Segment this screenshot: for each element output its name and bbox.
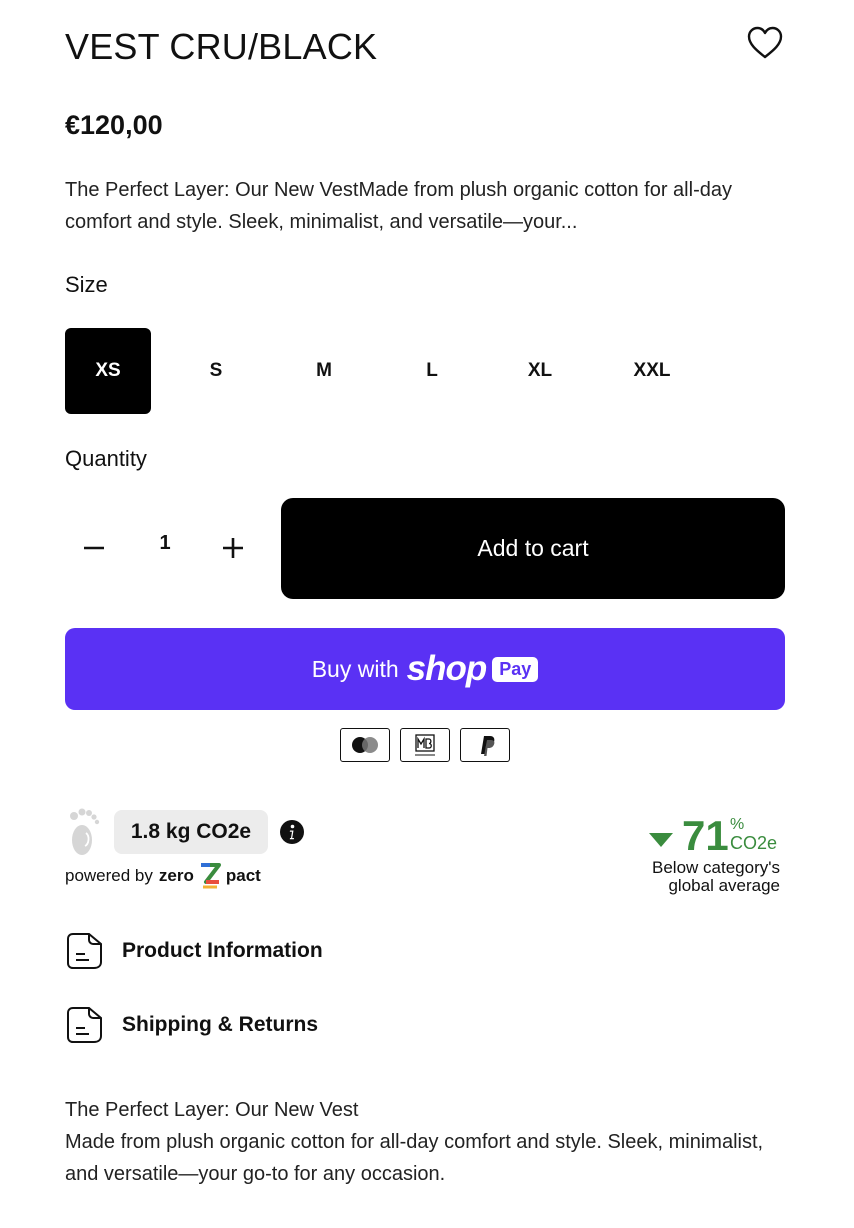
wishlist-heart-icon[interactable] <box>744 22 786 64</box>
brand-zero-text: zero <box>158 866 194 885</box>
product-excerpt: The Perfect Layer: Our New VestMade from… <box>65 179 732 233</box>
accordion-label: Shipping & Returns <box>122 1013 318 1036</box>
product-title: VEST CRU/BLACK <box>65 26 378 67</box>
reduction-caption: Below category's global average <box>652 859 780 895</box>
size-option-xs[interactable]: XS <box>65 328 151 414</box>
paypal-icon <box>460 728 510 762</box>
mastercard-icon <box>340 728 390 762</box>
reduction-unit: CO2e <box>730 833 778 853</box>
reduction-caption-line1: Below category's <box>652 858 780 877</box>
info-icon[interactable] <box>279 819 305 845</box>
accordion-shipping-returns[interactable]: Shipping & Returns <box>65 1003 318 1047</box>
co2-reduction: 71 % CO2e Below category's global averag… <box>620 812 780 902</box>
size-option-m[interactable]: M <box>281 328 367 414</box>
co2-badge: 1.8 kg CO2e <box>114 810 268 854</box>
size-option-s[interactable]: S <box>173 328 259 414</box>
description-body: Made from plush organic cotton for all-d… <box>65 1131 764 1185</box>
shop-logo: shop <box>406 649 488 688</box>
powered-by-zeropact: powered by zero pact <box>65 862 261 890</box>
product-price: €120,00 <box>65 110 163 140</box>
minus-icon[interactable] <box>74 528 114 568</box>
size-selector: XS S M L XL XXL <box>65 328 715 414</box>
product-description: The Perfect Layer: Our New Vest Made fro… <box>65 1094 795 1190</box>
buy-with-label: Buy with <box>311 655 399 682</box>
description-heading: The Perfect Layer: Our New Vest <box>65 1099 359 1121</box>
document-icon <box>67 1007 102 1043</box>
accordion-label: Product Information <box>122 939 323 962</box>
size-option-l[interactable]: L <box>389 328 475 414</box>
quantity-value[interactable]: 1 <box>145 532 185 555</box>
document-icon <box>67 933 102 969</box>
size-option-xl[interactable]: XL <box>497 328 583 414</box>
quantity-stepper: 1 <box>65 498 265 598</box>
size-option-xxl[interactable]: XXL <box>605 328 699 414</box>
zeropact-logo-icon <box>200 863 221 889</box>
pay-badge: Pay <box>492 656 539 682</box>
footprint-icon <box>70 808 100 855</box>
accordion-product-information[interactable]: Product Information <box>65 929 323 973</box>
payment-methods <box>340 728 520 762</box>
quantity-label: Quantity <box>65 446 147 471</box>
reduction-caption-line2: global average <box>668 876 780 895</box>
powered-by-label: powered by <box>65 866 153 885</box>
reduction-value: 71 <box>682 812 729 859</box>
shop-pay-button[interactable]: Buy with shop Pay <box>65 628 785 710</box>
down-arrow-icon <box>649 833 673 847</box>
multibanco-icon <box>400 728 450 762</box>
brand-pact-text: pact <box>225 866 261 885</box>
size-label: Size <box>65 272 108 297</box>
add-to-cart-button[interactable]: Add to cart <box>281 498 785 599</box>
plus-icon[interactable] <box>213 528 253 568</box>
reduction-percent: % <box>730 816 745 833</box>
